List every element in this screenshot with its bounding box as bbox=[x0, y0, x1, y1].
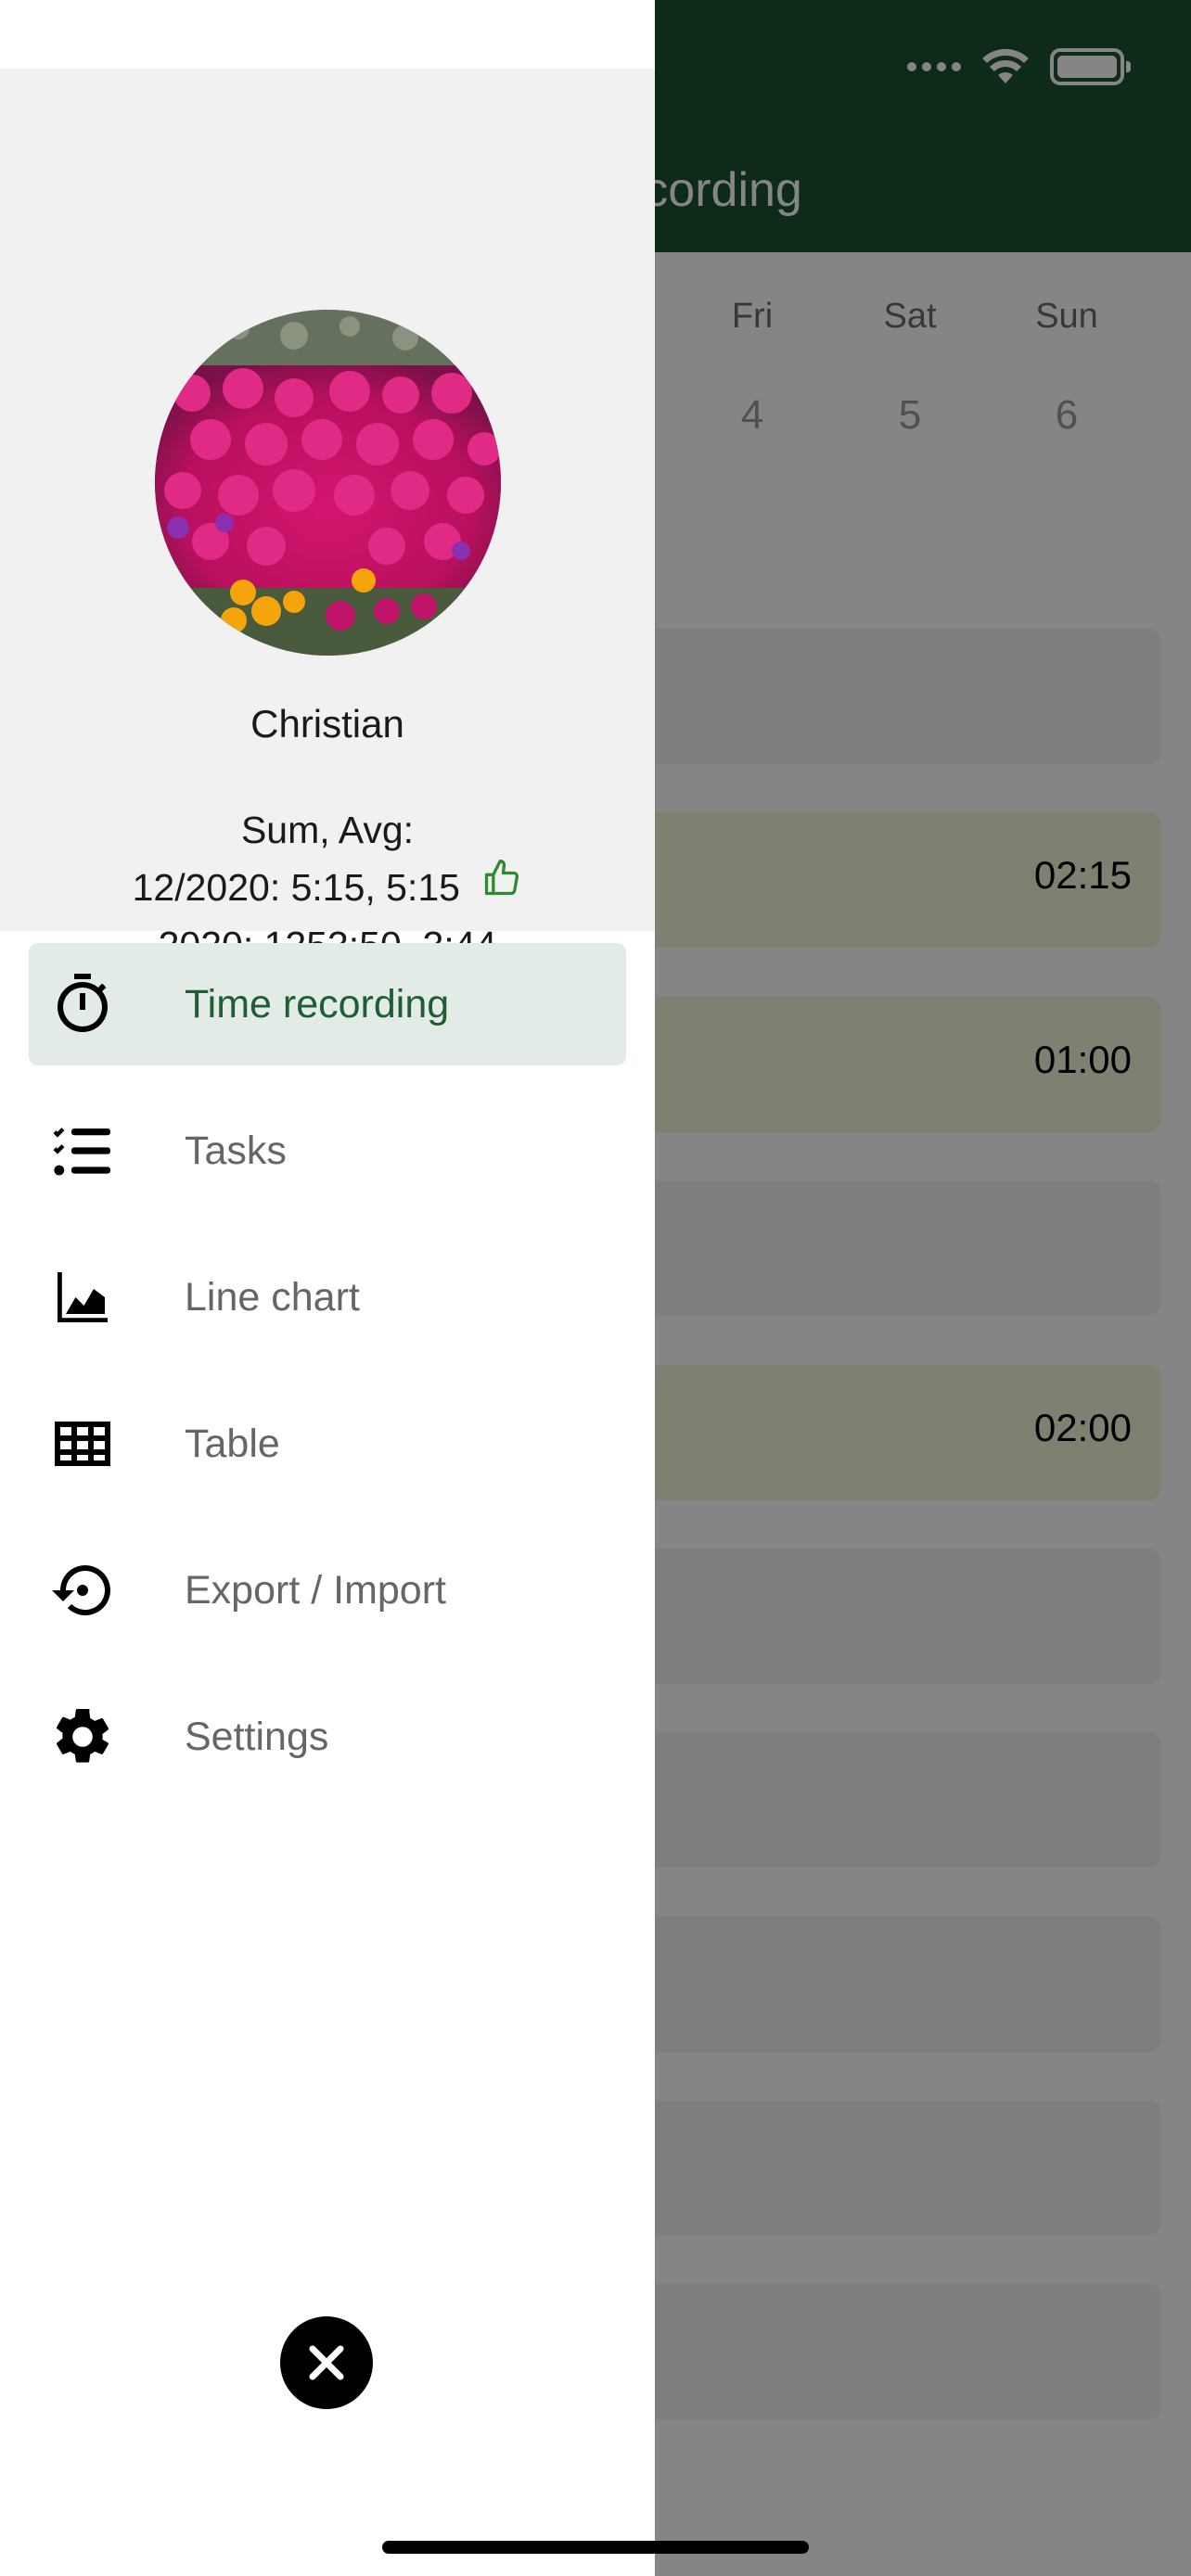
close-drawer-button[interactable] bbox=[280, 2316, 373, 2409]
table-icon bbox=[49, 1410, 116, 1477]
menu-item-settings[interactable]: Settings bbox=[29, 1676, 626, 1798]
menu-item-label: Table bbox=[185, 1422, 280, 1466]
navigation-drawer: 8:21 Christian Sum, Avg: 12/2020: 5:15, … bbox=[0, 0, 655, 2576]
area-chart-icon bbox=[49, 1264, 116, 1331]
flower-photo bbox=[155, 310, 501, 656]
menu-item-time-recording[interactable]: Time recording bbox=[29, 943, 626, 1065]
menu-item-label: Export / Import bbox=[185, 1568, 446, 1613]
home-indicator[interactable] bbox=[382, 2541, 809, 2554]
stats-month: 12/2020: 5:15, 5:15 bbox=[132, 866, 460, 909]
restore-icon bbox=[49, 1557, 116, 1624]
menu-item-label: Line chart bbox=[185, 1275, 360, 1320]
thumbs-up-icon bbox=[481, 857, 522, 914]
close-icon bbox=[309, 2345, 344, 2380]
menu-item-tasks[interactable]: Tasks bbox=[29, 1090, 626, 1212]
status-time: 8:21 bbox=[126, 39, 212, 69]
avatar[interactable] bbox=[155, 310, 501, 656]
drawer-header: Christian Sum, Avg: 12/2020: 5:15, 5:15 … bbox=[0, 69, 655, 966]
status-bar: 8:21 bbox=[0, 0, 655, 69]
stats-heading: Sum, Avg: bbox=[240, 809, 415, 851]
gear-icon bbox=[49, 1703, 116, 1770]
stats-month-row: 12/2020: 5:15, 5:15 bbox=[0, 859, 655, 916]
menu-item-label: Tasks bbox=[185, 1129, 287, 1173]
stopwatch-icon bbox=[49, 971, 116, 1038]
user-name: Christian bbox=[250, 702, 404, 746]
checklist-icon bbox=[49, 1117, 116, 1184]
menu-item-label: Time recording bbox=[185, 982, 450, 1027]
menu-item-line-chart[interactable]: Line chart bbox=[29, 1236, 626, 1358]
menu-item-table[interactable]: Table bbox=[29, 1383, 626, 1505]
menu-item-export-import[interactable]: Export / Import bbox=[29, 1529, 626, 1651]
menu-item-label: Settings bbox=[185, 1715, 329, 1759]
